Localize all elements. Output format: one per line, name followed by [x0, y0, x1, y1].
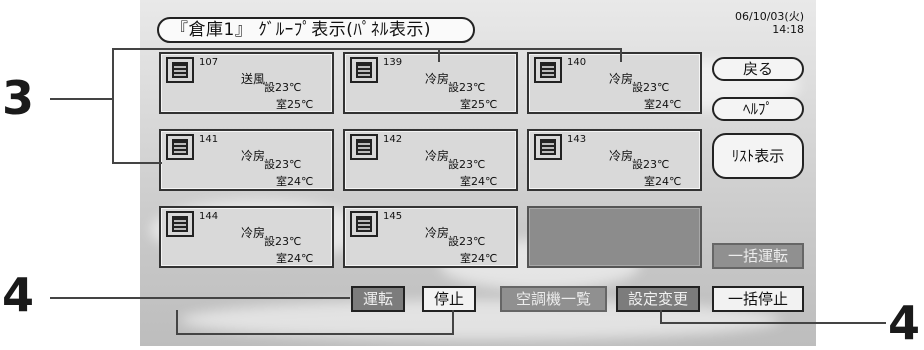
air-conditioner-icon [350, 211, 378, 237]
all-stop-button[interactable]: 一括停止 [712, 286, 804, 312]
set-temperature: 設23℃ [264, 158, 302, 171]
unit-number: 142 [383, 134, 403, 145]
unit-panel-141[interactable]: 141 冷房 設23℃ 室24℃ [159, 129, 334, 191]
air-conditioner-icon [166, 211, 194, 237]
unit-number: 144 [199, 211, 219, 222]
set-temperature: 設23℃ [264, 81, 302, 94]
screen-title: 『倉庫1』 ｸﾞﾙｰﾌﾟ表示(ﾊﾟﾈﾙ表示) [157, 17, 475, 43]
operation-mode: 冷房 [609, 72, 634, 86]
unit-panel-144[interactable]: 144 冷房 設23℃ 室24℃ [159, 206, 334, 268]
callout-4-left-bracket [176, 310, 178, 334]
room-temperature: 室24℃ [460, 252, 498, 265]
callout-3: 3 [2, 71, 35, 125]
room-temperature: 室24℃ [276, 252, 314, 265]
help-button[interactable]: ﾍﾙﾌﾟ [712, 97, 804, 121]
unit-number: 140 [567, 57, 587, 68]
unit-number: 145 [383, 211, 403, 222]
stop-button[interactable]: 停止 [422, 286, 476, 312]
air-conditioner-icon [166, 57, 194, 83]
operation-mode: 冷房 [241, 226, 266, 240]
room-temperature: 室25℃ [460, 98, 498, 111]
unit-number: 139 [383, 57, 403, 68]
callout-4-left-bracket [176, 333, 454, 335]
unit-panel-145[interactable]: 145 冷房 設23℃ 室24℃ [343, 206, 518, 268]
callout-4-right-stem [660, 310, 662, 324]
run-button[interactable]: 運転 [351, 286, 405, 312]
air-conditioner-icon [350, 134, 378, 160]
operation-mode: 冷房 [425, 226, 450, 240]
air-conditioner-icon [534, 134, 562, 160]
room-temperature: 室24℃ [644, 175, 682, 188]
room-temperature: 室24℃ [460, 175, 498, 188]
settings-change-button[interactable]: 設定変更 [616, 286, 700, 312]
all-run-button[interactable]: 一括運転 [712, 243, 804, 269]
list-view-button[interactable]: ﾘｽﾄ表示 [712, 133, 804, 179]
room-temperature: 室24℃ [276, 175, 314, 188]
set-temperature: 設23℃ [448, 235, 486, 248]
unit-panel-139[interactable]: 139 冷房 設23℃ 室25℃ [343, 52, 518, 114]
operation-mode: 冷房 [425, 72, 450, 86]
operation-mode: 送風 [241, 72, 266, 86]
callout-3-bracket-top [112, 48, 622, 50]
callout-4-left: 4 [2, 268, 35, 322]
callout-3-tick [620, 48, 622, 62]
air-conditioner-icon [166, 134, 194, 160]
operation-mode: 冷房 [241, 149, 266, 163]
callout-4-left-bracket [452, 310, 454, 334]
air-conditioner-icon [534, 57, 562, 83]
set-temperature: 設23℃ [264, 235, 302, 248]
callout-4-right-leader [660, 322, 886, 324]
unit-number: 143 [567, 134, 587, 145]
unit-panel-142[interactable]: 142 冷房 設23℃ 室24℃ [343, 129, 518, 191]
date-text: 06/10/03(火) [735, 10, 804, 23]
unit-panel-143[interactable]: 143 冷房 設23℃ 室24℃ [527, 129, 702, 191]
air-conditioner-icon [350, 57, 378, 83]
time-text: 14:18 [772, 23, 804, 36]
unit-panel-107[interactable]: 107 送風 設23℃ 室25℃ [159, 52, 334, 114]
room-temperature: 室25℃ [276, 98, 314, 111]
set-temperature: 設23℃ [448, 81, 486, 94]
room-temperature: 室24℃ [644, 98, 682, 111]
callout-3-bracket [112, 48, 114, 163]
datetime-display: 06/10/03(火) 14:18 [718, 10, 804, 36]
back-button[interactable]: 戻る [712, 57, 804, 81]
unit-number: 141 [199, 134, 219, 145]
unit-panel-140[interactable]: 140 冷房 設23℃ 室24℃ [527, 52, 702, 114]
set-temperature: 設23℃ [632, 81, 670, 94]
callout-4-right: 4 [888, 296, 921, 350]
empty-panel-slot [527, 206, 702, 268]
callout-3-tick [438, 48, 440, 62]
callout-3-leader [50, 98, 112, 100]
callout-4-left-leader [50, 297, 350, 299]
set-temperature: 設23℃ [448, 158, 486, 171]
callout-3-bracket-bottom [112, 162, 162, 164]
unit-list-button[interactable]: 空調機一覧 [500, 286, 607, 312]
operation-mode: 冷房 [425, 149, 450, 163]
unit-number: 107 [199, 57, 219, 68]
set-temperature: 設23℃ [632, 158, 670, 171]
operation-mode: 冷房 [609, 149, 634, 163]
